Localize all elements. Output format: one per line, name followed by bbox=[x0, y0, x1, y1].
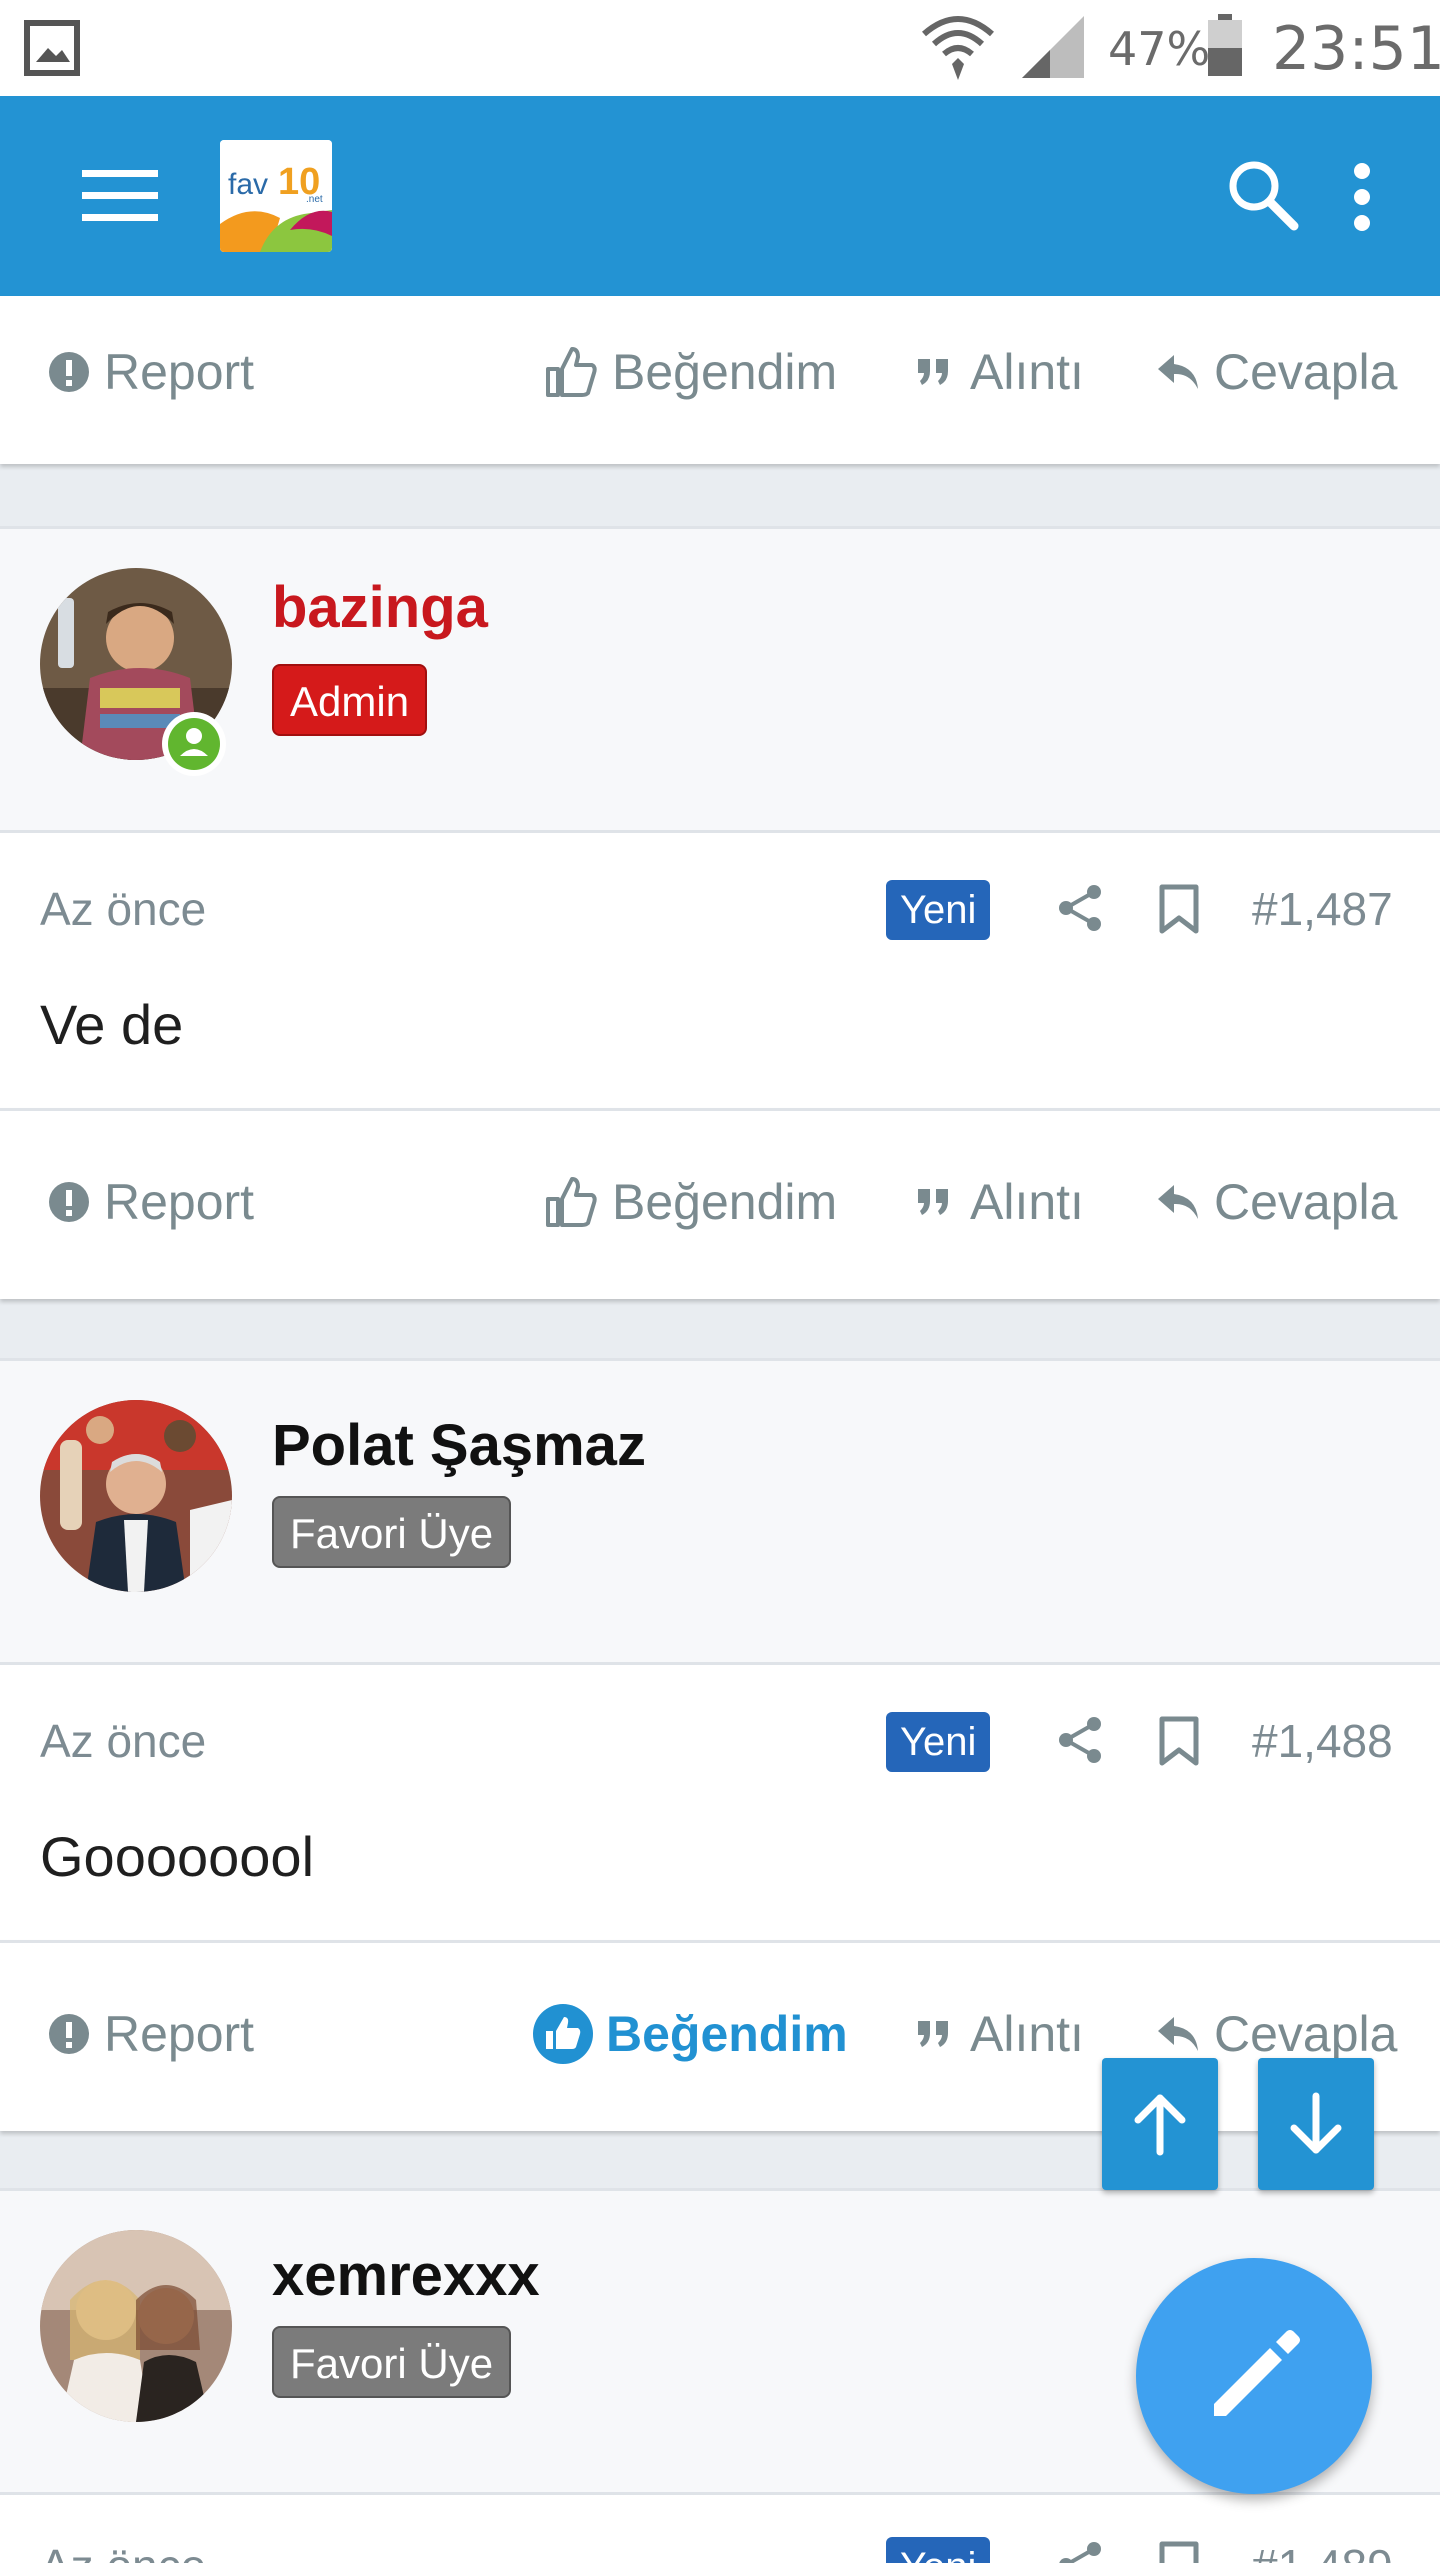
online-status-icon bbox=[160, 710, 228, 783]
post-time[interactable]: Az önce bbox=[40, 2539, 206, 2563]
scroll-to-top-button[interactable] bbox=[1102, 2058, 1218, 2190]
compose-reply-fab[interactable] bbox=[1136, 2258, 1372, 2494]
status-bar: 47% 23:51 bbox=[0, 0, 1440, 96]
quote-label: Alıntı bbox=[970, 1174, 1084, 1230]
username[interactable]: Polat Şaşmaz bbox=[272, 1412, 646, 1479]
quote-icon bbox=[918, 359, 948, 385]
avatar[interactable] bbox=[40, 2230, 232, 2422]
new-badge: Yeni bbox=[886, 2537, 991, 2563]
arrow-down-icon bbox=[1290, 2092, 1342, 2154]
scroll-to-bottom-button[interactable] bbox=[1258, 2058, 1374, 2190]
alert-circle-icon bbox=[49, 352, 89, 392]
svg-text:.net: .net bbox=[306, 194, 323, 205]
report-label: Report bbox=[104, 2006, 255, 2062]
search-icon[interactable] bbox=[1226, 158, 1300, 237]
hamburger-icon[interactable] bbox=[82, 166, 158, 231]
app-bar bbox=[0, 96, 1440, 296]
signal-icon bbox=[1020, 14, 1086, 85]
post-time[interactable]: Az önce bbox=[40, 882, 206, 936]
post-text: Ve de bbox=[40, 993, 184, 1056]
battery-icon bbox=[1206, 14, 1244, 83]
report-action[interactable]: Report bbox=[48, 2002, 254, 2066]
reply-label: Cevapla bbox=[1214, 2006, 1398, 2062]
like-label: Beğendim bbox=[606, 2006, 848, 2062]
user-badge: Favori Üye bbox=[272, 1496, 512, 1568]
share-icon[interactable] bbox=[1058, 1716, 1102, 1769]
post-time[interactable]: Az önce bbox=[40, 1714, 206, 1768]
report-label: Report bbox=[104, 1174, 255, 1230]
user-badge: Admin bbox=[272, 664, 428, 736]
reply-icon bbox=[1158, 2017, 1198, 2051]
post-number[interactable]: #1,489 bbox=[1252, 2539, 1393, 2563]
reply-action[interactable]: Cevapla bbox=[1156, 2002, 1397, 2066]
reply-action[interactable]: Cevapla bbox=[1156, 340, 1397, 404]
quote-label: Alıntı bbox=[970, 2006, 1084, 2062]
like-action[interactable]: Beğendim bbox=[544, 1170, 837, 1234]
bookmark-icon[interactable] bbox=[1158, 1716, 1200, 1771]
bookmark-icon[interactable] bbox=[1158, 884, 1200, 939]
report-action[interactable]: Report bbox=[48, 1170, 254, 1234]
post-text: Goooooool bbox=[40, 1825, 315, 1888]
username[interactable]: bazinga bbox=[272, 574, 488, 641]
reply-icon bbox=[1158, 1185, 1198, 1219]
wifi-icon bbox=[918, 10, 998, 87]
share-icon[interactable] bbox=[1058, 884, 1102, 937]
quote-action[interactable]: Alıntı bbox=[916, 340, 1084, 404]
reply-icon bbox=[1158, 355, 1198, 389]
quote-label: Alıntı bbox=[970, 344, 1084, 400]
alert-circle-icon bbox=[49, 1182, 89, 1222]
avatar[interactable] bbox=[40, 1400, 232, 1592]
like-label: Beğendim bbox=[612, 344, 838, 400]
reply-action[interactable]: Cevapla bbox=[1156, 1170, 1397, 1234]
gallery-notification-icon bbox=[24, 20, 80, 81]
report-action[interactable]: Report bbox=[48, 340, 254, 404]
new-badge: Yeni bbox=[886, 1712, 991, 1772]
report-label: Report bbox=[104, 344, 255, 400]
post-body: Az önce Yeni #1,489 bbox=[0, 2492, 1440, 2563]
thumbs-up-icon bbox=[533, 2004, 593, 2064]
quote-icon bbox=[918, 1189, 948, 1215]
post-body bbox=[0, 830, 1440, 1111]
reply-label: Cevapla bbox=[1214, 1174, 1398, 1230]
like-action-active[interactable]: Beğendim bbox=[532, 2002, 848, 2066]
reply-label: Cevapla bbox=[1214, 344, 1398, 400]
site-logo[interactable]: fav 10 .net bbox=[220, 140, 332, 252]
thumbs-up-icon bbox=[546, 1177, 597, 1227]
username[interactable]: xemrexxx bbox=[272, 2242, 540, 2309]
battery-percent: 47% bbox=[1108, 22, 1211, 76]
quote-icon bbox=[918, 2021, 948, 2047]
arrow-up-icon bbox=[1134, 2094, 1186, 2156]
svg-text:fav: fav bbox=[228, 168, 268, 201]
user-badge: Favori Üye bbox=[272, 2326, 512, 2398]
post-body bbox=[0, 1662, 1440, 1943]
alert-circle-icon bbox=[49, 2014, 89, 2054]
quote-action[interactable]: Alıntı bbox=[916, 2002, 1084, 2066]
post-number[interactable]: #1,487 bbox=[1252, 882, 1393, 936]
pencil-icon bbox=[1214, 2330, 1300, 2416]
clock: 23:51 bbox=[1272, 14, 1440, 84]
more-vert-icon[interactable] bbox=[1352, 162, 1372, 237]
thumbs-up-icon bbox=[546, 347, 597, 397]
post-number[interactable]: #1,488 bbox=[1252, 1714, 1393, 1768]
quote-action[interactable]: Alıntı bbox=[916, 1170, 1084, 1234]
like-action[interactable]: Beğendim bbox=[544, 340, 837, 404]
like-label: Beğendim bbox=[612, 1174, 838, 1230]
new-badge: Yeni bbox=[886, 880, 991, 940]
